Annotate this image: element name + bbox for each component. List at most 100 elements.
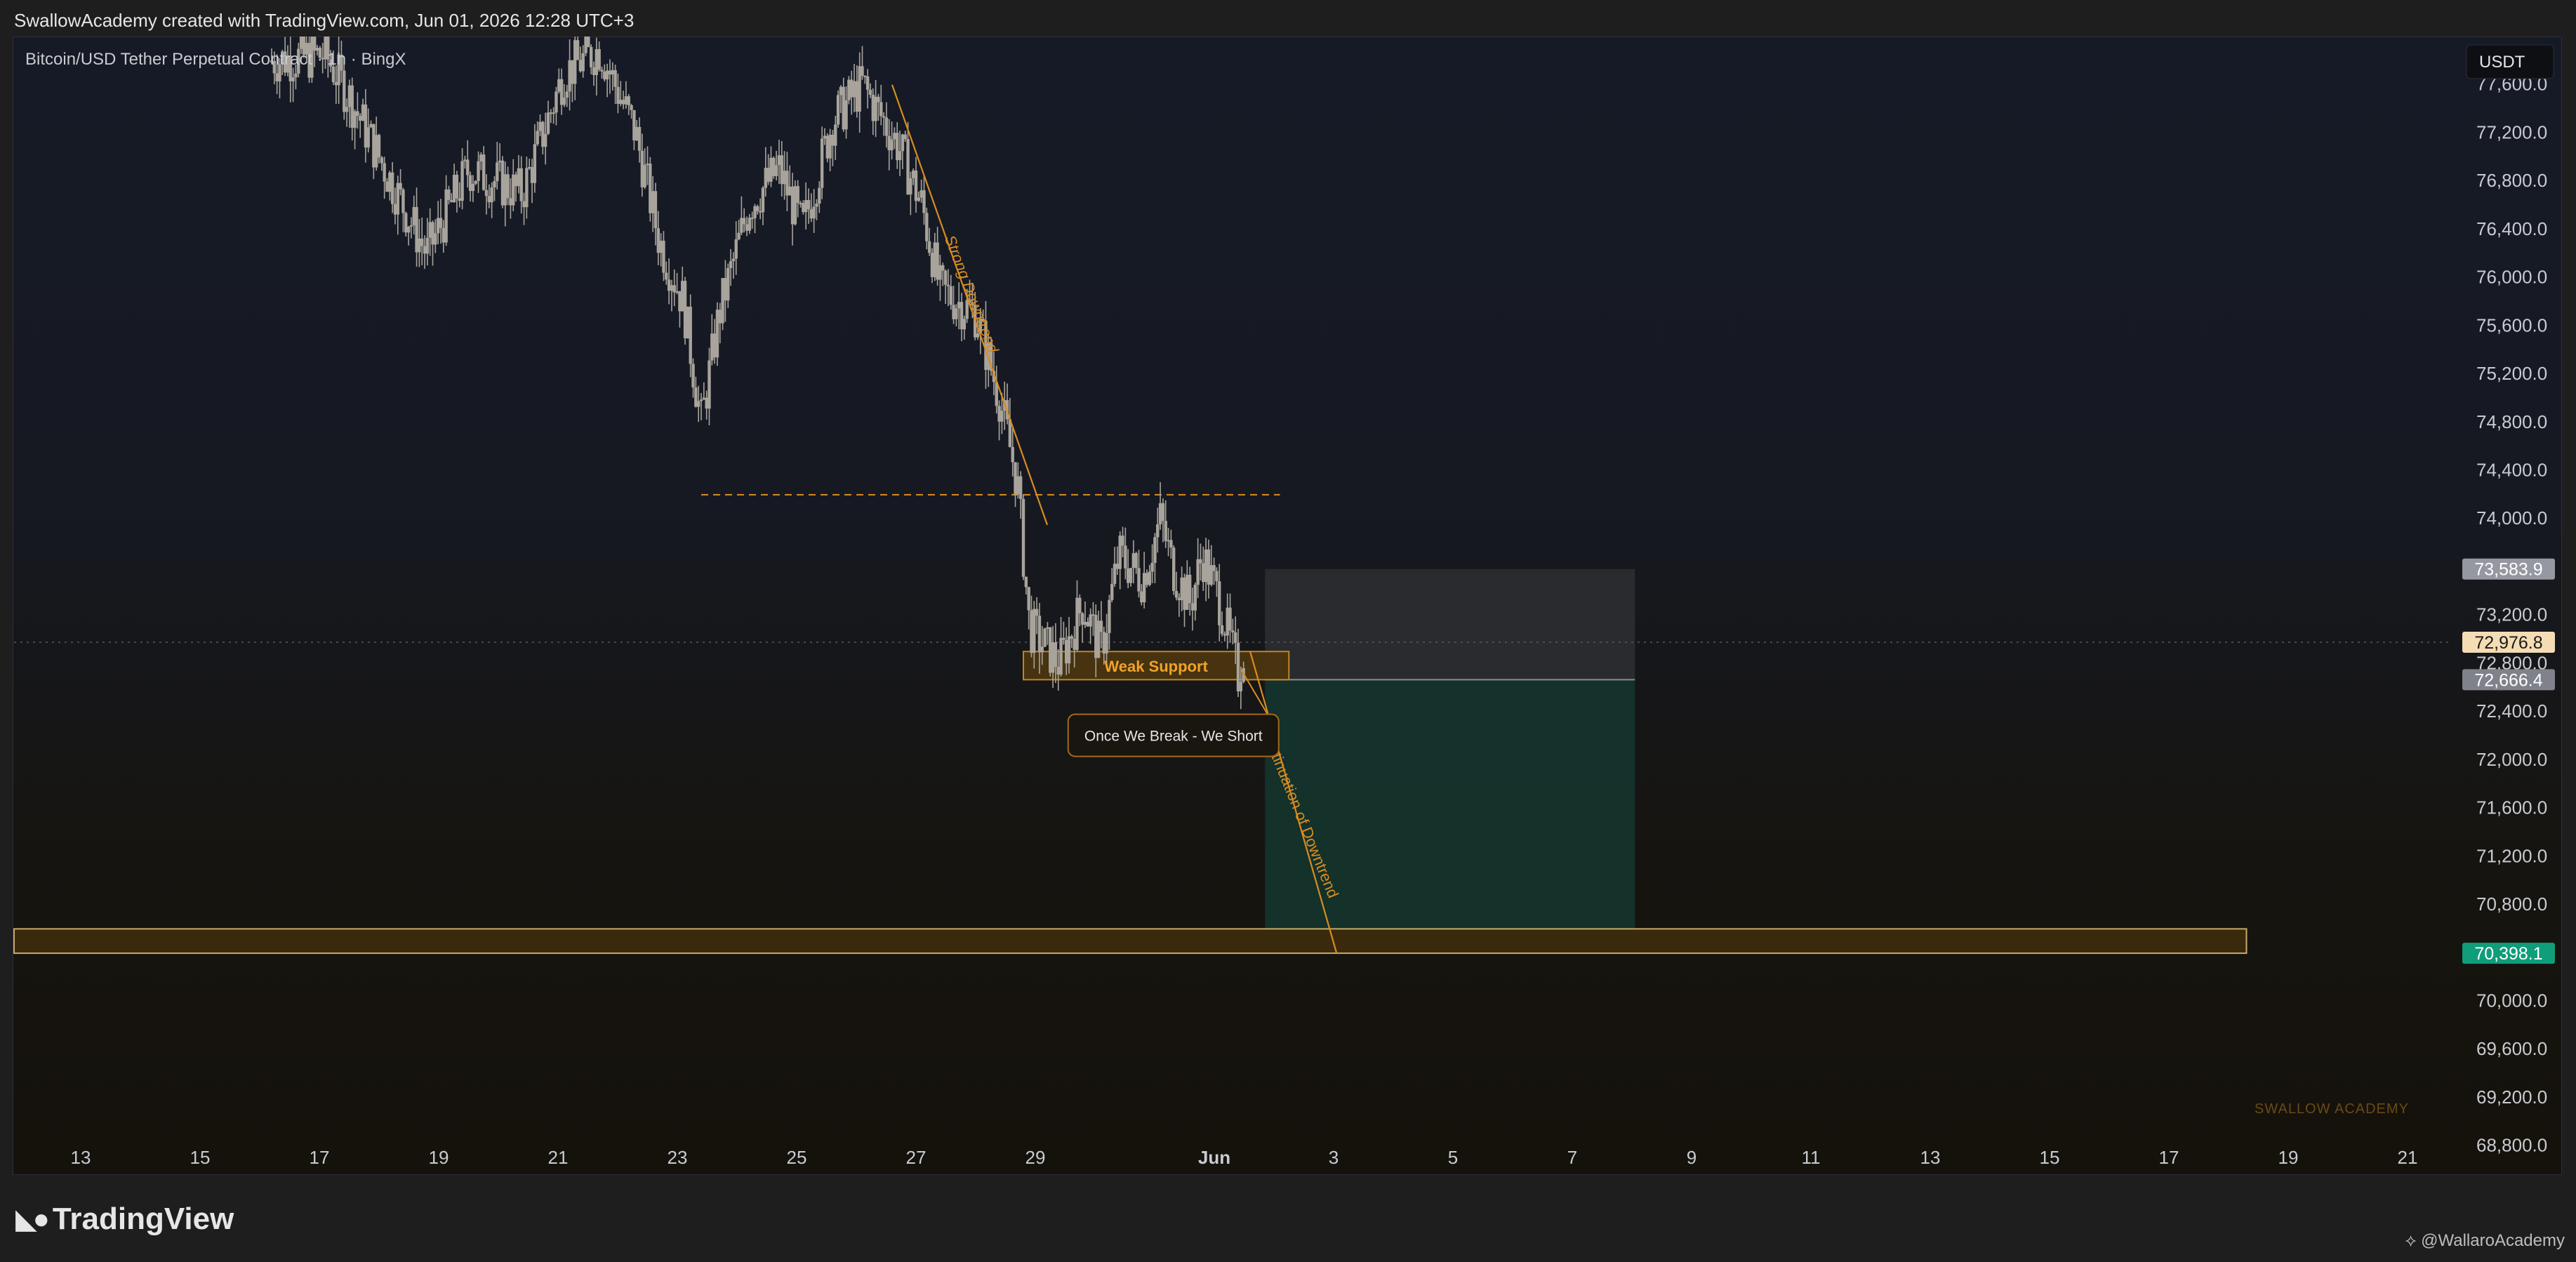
candle-body	[1153, 537, 1157, 563]
short-target-zone[interactable]	[1265, 679, 1635, 954]
candle-body	[788, 186, 792, 196]
candle-body	[731, 258, 736, 262]
candle-body	[812, 206, 816, 219]
candle-body	[1054, 642, 1058, 667]
candle-body	[484, 190, 489, 197]
candle-body	[1148, 571, 1151, 585]
candle-body	[439, 218, 443, 228]
candle-body	[543, 133, 547, 147]
y-tick-label: 74,400.0	[2476, 460, 2547, 481]
candle-body	[1037, 616, 1042, 653]
candle-body	[643, 164, 646, 187]
short-stop-zone[interactable]	[1265, 569, 1635, 680]
target-zone-box[interactable]	[13, 928, 2248, 955]
candle-body	[377, 135, 381, 158]
candle-body	[1186, 574, 1189, 610]
candle-body	[756, 206, 759, 211]
candle-body	[1131, 553, 1136, 569]
candle-body	[595, 48, 599, 75]
candle-body	[1014, 462, 1017, 495]
candle-body	[656, 228, 660, 253]
candle-body	[1140, 591, 1143, 603]
candle-body	[1043, 628, 1047, 647]
candle-body	[691, 364, 695, 387]
candle-body	[1150, 562, 1154, 572]
price-badge-label: 72,976.8	[2474, 633, 2542, 653]
candle-body	[444, 190, 448, 243]
candle-body	[649, 164, 652, 213]
candle-body	[1190, 603, 1195, 611]
candle-body	[608, 70, 612, 75]
candle-body	[737, 232, 741, 239]
candle-body	[919, 190, 923, 198]
candle-body	[834, 124, 837, 146]
candle-body	[734, 239, 738, 259]
candle-body	[675, 291, 679, 293]
candle-body	[450, 199, 453, 202]
candle-body	[1030, 610, 1033, 653]
candle-body	[1056, 667, 1060, 675]
candle-body	[672, 285, 676, 293]
price-badge-label: 73,583.9	[2474, 560, 2542, 580]
candle-body	[584, 36, 587, 53]
candle-body	[364, 104, 368, 148]
candle-body	[552, 112, 555, 114]
y-tick-label: 68,800.0	[2476, 1135, 2547, 1156]
tradingview-logo[interactable]: ◣● TradingView	[15, 1202, 234, 1237]
candle-body	[790, 186, 795, 225]
candle-body	[399, 182, 402, 190]
candle-body	[463, 159, 467, 161]
candle-body	[785, 171, 789, 196]
candle-body	[536, 131, 539, 145]
candle-body	[1089, 614, 1092, 627]
candle-body	[605, 70, 609, 80]
y-tick-label: 74,800.0	[2476, 411, 2547, 432]
candle-body	[474, 180, 477, 184]
candle-body	[914, 170, 918, 201]
currency-badge[interactable]: USDT	[2466, 44, 2554, 79]
candle-body	[740, 218, 743, 233]
x-tick-label: 9	[1687, 1147, 1697, 1168]
candle-body	[796, 186, 799, 204]
candle-body	[855, 81, 859, 112]
candle-body	[635, 126, 639, 141]
candle-body	[592, 67, 596, 75]
x-tick-label: 7	[1567, 1147, 1577, 1168]
candle-body	[772, 157, 776, 176]
candle-body	[683, 281, 687, 338]
candle-body	[549, 112, 552, 114]
candle-body	[538, 121, 542, 131]
candle-body	[865, 76, 870, 90]
candle-body	[769, 157, 773, 182]
price-badge-label: 70,398.1	[2474, 944, 2542, 964]
candle-body	[681, 281, 684, 312]
candle-body	[933, 242, 936, 277]
candle-body	[911, 170, 915, 178]
candle-body	[909, 178, 912, 195]
candle-body	[1169, 540, 1173, 548]
candle-body	[498, 160, 502, 163]
candle-body	[799, 203, 802, 205]
candle-body	[347, 85, 352, 107]
candle-body	[943, 270, 948, 285]
candle-body	[861, 66, 864, 76]
x-tick-label: 5	[1448, 1147, 1458, 1168]
candle-body	[689, 306, 692, 364]
candle-body	[477, 161, 480, 181]
candle-body	[903, 134, 907, 140]
candle-body	[571, 60, 574, 84]
candle-body	[1134, 553, 1138, 569]
candle-body	[1027, 587, 1030, 611]
candle-body	[1236, 642, 1240, 691]
candle-body	[1046, 627, 1049, 629]
candle-body	[761, 187, 765, 213]
candle-body	[659, 240, 663, 253]
candle-body	[936, 242, 939, 280]
candle-body	[436, 218, 440, 234]
candle-body	[930, 253, 934, 277]
candle-body	[1040, 646, 1044, 653]
candle-body	[753, 206, 757, 218]
y-tick-label: 69,600.0	[2476, 1038, 2547, 1059]
candle-body	[359, 116, 362, 121]
chart-canvas[interactable]: Strong DowntrendContinuation of Downtren…	[0, 0, 2576, 1262]
